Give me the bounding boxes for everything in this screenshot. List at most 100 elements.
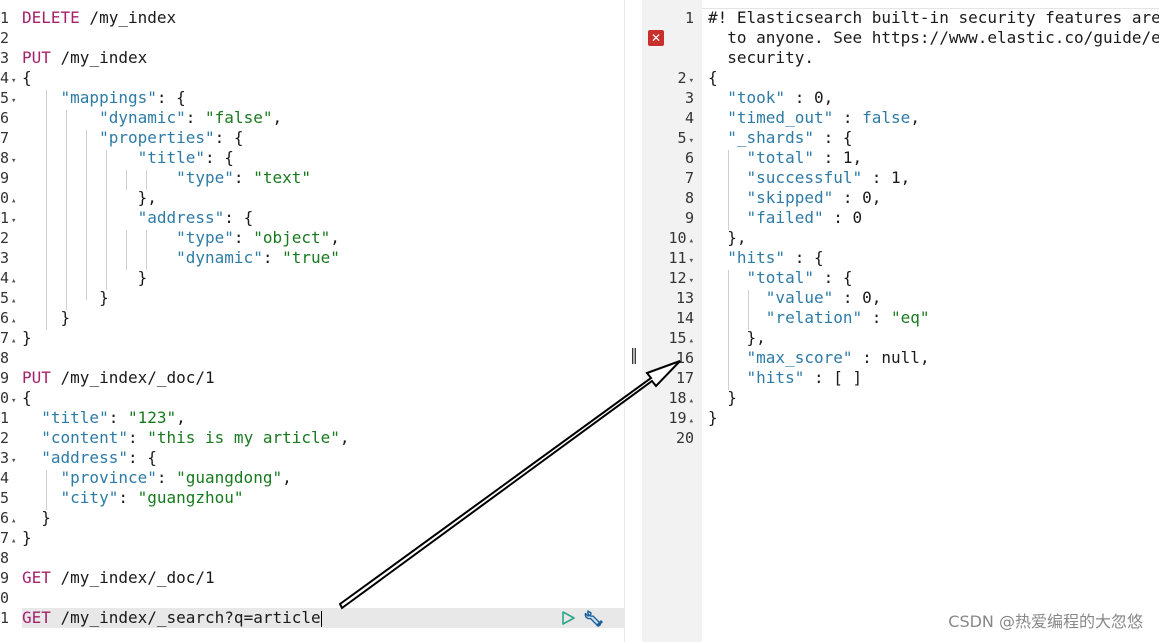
line-number: 1 <box>0 8 22 28</box>
code-line: { <box>708 68 718 87</box>
line-number-text: 2 <box>0 429 10 447</box>
code-line: } <box>60 308 71 327</box>
fold-arrow-icon[interactable]: ▴ <box>11 276 16 286</box>
fold-arrow-icon[interactable]: ▾ <box>11 456 16 466</box>
kibana-dev-tools-console: 1 2 3 4 ▾ 5 ▾ 6 7 8 ▾ 9 0 ▴ 1 ▾ 2 3 4 ▴ 5 ▴ 6 ▴ 7 ▴ 8 9 0 ▾ 1 2 3 ▾ 4 5 6 ▴ 7 ▴… <box>0 0 1159 642</box>
line-number-text: 4 <box>0 69 10 87</box>
fold-arrow-icon[interactable]: ▴ <box>689 396 694 406</box>
code-line: "max_score" : null, <box>746 348 930 367</box>
line-number-text: 13 <box>675 289 694 307</box>
line-number-text: 1 <box>684 9 694 27</box>
code-line: to anyone. See https://www.elastic.co/gu… <box>727 28 1159 47</box>
request-editor[interactable]: 1 2 3 4 ▾ 5 ▾ 6 7 8 ▾ 9 0 ▴ 1 ▾ 2 3 4 ▴ 5 ▴ 6 ▴ 7 ▴ 8 9 0 ▾ 1 2 3 ▾ 4 5 6 ▴ 7 ▴… <box>0 0 624 642</box>
line-number: 8 <box>642 188 698 208</box>
resize-handle[interactable]: ‖ <box>630 345 638 364</box>
fold-arrow-icon[interactable]: ▴ <box>689 416 694 426</box>
line-number-text: 15 <box>668 329 687 347</box>
line-number: 6 ▴ <box>0 308 22 328</box>
line-number: 1 <box>0 608 22 628</box>
active-code-line[interactable]: GET /my_index/_search?q=article <box>22 608 624 628</box>
fold-arrow-icon[interactable]: ▾ <box>11 96 16 106</box>
line-number-text: 14 <box>675 309 694 327</box>
line-number-text: 12 <box>668 269 687 287</box>
fold-arrow-icon[interactable]: ▴ <box>11 296 16 306</box>
code-line: PUT /my_index <box>22 48 148 67</box>
fold-arrow-icon[interactable]: ▾ <box>11 216 16 226</box>
code-line: "total" : { <box>746 268 853 287</box>
code-line: "total" : 1, <box>746 148 863 167</box>
line-number-text: 5 <box>0 489 10 507</box>
line-number: 0 <box>0 588 22 608</box>
line-number: 15 ▴ <box>642 328 698 348</box>
code-line: } <box>22 528 32 547</box>
line-number-text: 6 <box>684 149 694 167</box>
line-number: 9 <box>0 168 22 188</box>
line-number-text: 18 <box>668 389 687 407</box>
fold-arrow-icon[interactable]: ▾ <box>689 256 694 266</box>
code-line: } <box>99 288 109 307</box>
code-line: "province": "guangdong", <box>60 468 292 487</box>
fold-arrow-icon[interactable]: ▴ <box>689 336 694 346</box>
line-number-text: 8 <box>684 189 694 207</box>
line-number-text: 1 <box>0 9 10 27</box>
line-number: 2 <box>0 428 22 448</box>
line-number-text: 6 <box>0 109 10 127</box>
line-number: 8 ▾ <box>0 148 22 168</box>
line-number-text: 9 <box>0 369 10 387</box>
fold-arrow-icon[interactable]: ▾ <box>689 76 694 86</box>
code-line: "successful" : 1, <box>746 168 911 187</box>
error-icon[interactable]: ✕ <box>648 30 664 46</box>
line-number: 6 <box>0 108 22 128</box>
line-number: 7 ▴ <box>0 528 22 548</box>
line-number-text: 17 <box>675 369 694 387</box>
fold-arrow-icon[interactable]: ▴ <box>11 516 16 526</box>
fold-arrow-icon[interactable]: ▾ <box>11 76 16 86</box>
line-number: 9 <box>642 208 698 228</box>
fold-arrow-icon[interactable]: ▾ <box>11 396 16 406</box>
line-number-text: 16 <box>675 349 694 367</box>
fold-arrow-icon[interactable]: ▴ <box>11 336 16 346</box>
line-number-text: 1 <box>0 209 10 227</box>
line-number <box>642 48 698 68</box>
line-number: 13 <box>642 288 698 308</box>
pane-resize-divider[interactable]: ‖ <box>624 0 643 642</box>
line-number-text: 2 <box>0 29 10 47</box>
fold-arrow-icon[interactable]: ▴ <box>11 316 16 326</box>
fold-arrow-icon[interactable]: ▴ <box>689 236 694 246</box>
line-number: 4 <box>642 108 698 128</box>
line-number: 3 <box>642 88 698 108</box>
code-line: #! Elasticsearch built-in security featu… <box>708 8 1159 27</box>
code-line: } <box>41 508 51 527</box>
response-output: 1 2 ▾ 3 4 5 ▾ 6 7 8 9 10 ▴ 11 ▾ 12 ▾ 13 14 15 ▴ 16 17 18 ▴ 19 ▴ 20 … <box>642 0 1159 642</box>
code-line: "dynamic": "false", <box>99 108 283 127</box>
play-icon[interactable] <box>560 610 576 626</box>
line-number-text: 7 <box>0 329 10 347</box>
line-number: 0 ▾ <box>0 388 22 408</box>
line-number: 2 <box>0 28 22 48</box>
line-number-text: 5 <box>0 289 10 307</box>
line-number-text: 7 <box>0 129 10 147</box>
text-cursor <box>320 610 322 627</box>
fold-arrow-icon[interactable]: ▾ <box>689 136 694 146</box>
line-number: 7 <box>0 128 22 148</box>
line-number-text: 8 <box>0 549 10 567</box>
line-number-text: 0 <box>0 189 10 207</box>
fold-arrow-icon[interactable]: ▴ <box>11 536 16 546</box>
line-number-text: 4 <box>0 269 10 287</box>
fold-arrow-icon[interactable]: ▴ <box>11 196 16 206</box>
fold-arrow-icon[interactable]: ▾ <box>11 156 16 166</box>
fold-arrow-icon[interactable]: ▾ <box>689 276 694 286</box>
code-line: "relation" : "eq" <box>765 308 930 327</box>
line-number: 4 <box>0 468 22 488</box>
line-number-text: 0 <box>0 389 10 407</box>
line-number-text: 6 <box>0 509 10 527</box>
line-number: 2 ▾ <box>642 68 698 88</box>
wrench-icon[interactable] <box>583 608 605 630</box>
line-number: 5 ▾ <box>642 128 698 148</box>
code-line: } <box>727 388 737 407</box>
line-number-text: 7 <box>684 169 694 187</box>
code-line: "_shards" : { <box>727 128 853 147</box>
request-code-area[interactable]: DELETE /my_index PUT /my_index { "mappin… <box>22 0 624 642</box>
line-number-text: 3 <box>0 449 10 467</box>
line-number-text: 5 <box>677 129 687 147</box>
